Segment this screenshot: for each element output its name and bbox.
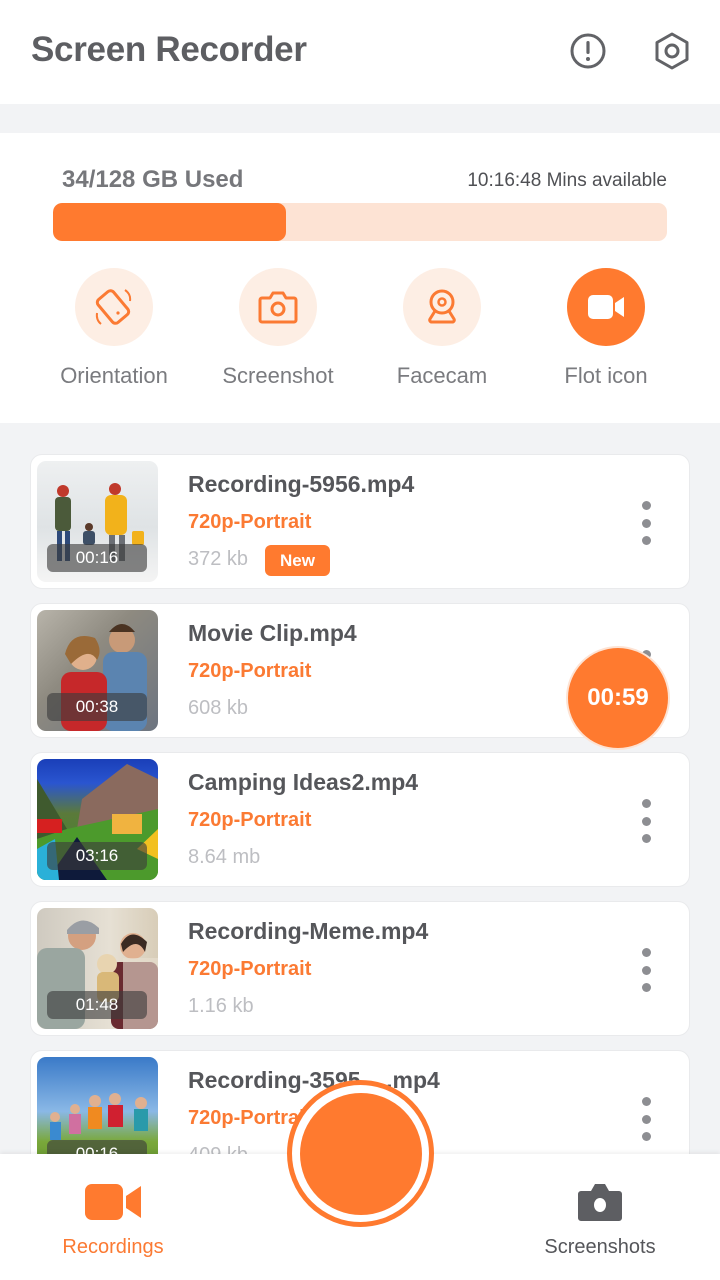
file-name: Recording-3595.....mp4 xyxy=(188,1067,440,1093)
action-facecam[interactable]: Facecam xyxy=(360,268,524,389)
recording-thumbnail[interactable]: 00:16 xyxy=(37,461,158,582)
file-size: 409 kb xyxy=(188,1144,248,1154)
resolution-label: 720p-Portrait xyxy=(188,958,312,980)
more-options-icon[interactable] xyxy=(635,799,657,843)
file-size: 8.64 mb xyxy=(188,846,261,868)
video-camera-icon xyxy=(588,295,624,319)
more-options-icon[interactable] xyxy=(635,1097,657,1141)
action-label: Facecam xyxy=(396,363,488,388)
nav-screenshots[interactable]: Screenshots xyxy=(510,1182,690,1259)
storage-panel: 34/128 GB Used 10:16:48 Mins available O… xyxy=(0,133,720,423)
recording-item[interactable]: 00:16 Recording-5956.mp4 720p-Portrait 3… xyxy=(30,454,690,589)
file-size: 372 kb xyxy=(188,548,249,570)
recording-thumbnail[interactable]: 00:38 xyxy=(37,610,158,731)
mins-available-label: 10:16:48 Mins available xyxy=(467,170,667,191)
duration-label: 01:48 xyxy=(47,991,147,1019)
duration-label: 00:38 xyxy=(47,693,147,721)
camera-icon xyxy=(258,291,298,324)
duration-label: 00:16 xyxy=(47,544,147,572)
recordings-list[interactable]: 00:16 Recording-5956.mp4 720p-Portrait 3… xyxy=(0,423,720,1154)
nav-label: Screenshots xyxy=(544,1236,656,1258)
webcam-icon xyxy=(428,289,456,324)
recording-thumbnail[interactable]: 00:16 xyxy=(37,1057,158,1154)
action-label: Flot icon xyxy=(564,363,648,388)
action-screenshot[interactable]: Screenshot xyxy=(196,268,360,389)
file-name: Movie Clip.mp4 xyxy=(188,620,357,646)
app-header: Screen Recorder xyxy=(0,0,720,104)
duration-label: 00:16 xyxy=(47,1140,147,1154)
action-float-icon[interactable]: Flot icon xyxy=(524,268,688,389)
resolution-label: 720p-Portrait xyxy=(188,660,312,682)
action-label: Orientation xyxy=(60,363,168,388)
record-button-inner xyxy=(299,1092,422,1215)
record-button[interactable] xyxy=(287,1080,434,1227)
file-size: 608 kb xyxy=(188,697,249,719)
camera-icon xyxy=(578,1184,622,1221)
quick-actions: Orientation Screenshot Facecam Flot icon xyxy=(0,268,720,398)
recording-item[interactable]: 01:48 Recording-Meme.mp4 720p-Portrait 1… xyxy=(30,901,690,1036)
info-icon[interactable] xyxy=(569,32,607,70)
storage-progress-fill xyxy=(53,203,287,241)
storage-progress-bar xyxy=(53,203,667,241)
video-camera-icon xyxy=(85,1184,141,1220)
file-size: 1.16 kb xyxy=(188,995,254,1017)
settings-icon[interactable] xyxy=(653,32,691,70)
resolution-label: 720p-Portrait xyxy=(188,809,312,831)
action-orientation[interactable]: Orientation xyxy=(32,268,196,389)
file-name: Recording-5956.mp4 xyxy=(188,471,415,497)
more-options-icon[interactable] xyxy=(635,501,657,545)
storage-used-label: 34/128 GB Used xyxy=(62,166,244,193)
orientation-icon xyxy=(95,289,132,325)
recording-thumbnail[interactable]: 03:16 xyxy=(37,759,158,880)
action-label: Screenshot xyxy=(222,363,334,388)
file-name: Recording-Meme.mp4 xyxy=(188,918,429,944)
duration-label: 03:16 xyxy=(47,842,147,870)
floating-timer-bubble[interactable]: 00:59 xyxy=(568,648,668,748)
recording-item[interactable]: 03:16 Camping Ideas2.mp4 720p-Portrait 8… xyxy=(30,752,690,887)
file-name: Camping Ideas2.mp4 xyxy=(188,769,419,795)
recording-thumbnail[interactable]: 01:48 xyxy=(37,908,158,1029)
app-title: Screen Recorder xyxy=(31,30,307,69)
resolution-label: 720p-Portrait xyxy=(188,511,312,533)
new-badge: New xyxy=(265,545,330,576)
nav-recordings[interactable]: Recordings xyxy=(23,1182,203,1259)
more-options-icon[interactable] xyxy=(635,948,657,992)
nav-label: Recordings xyxy=(62,1236,164,1258)
